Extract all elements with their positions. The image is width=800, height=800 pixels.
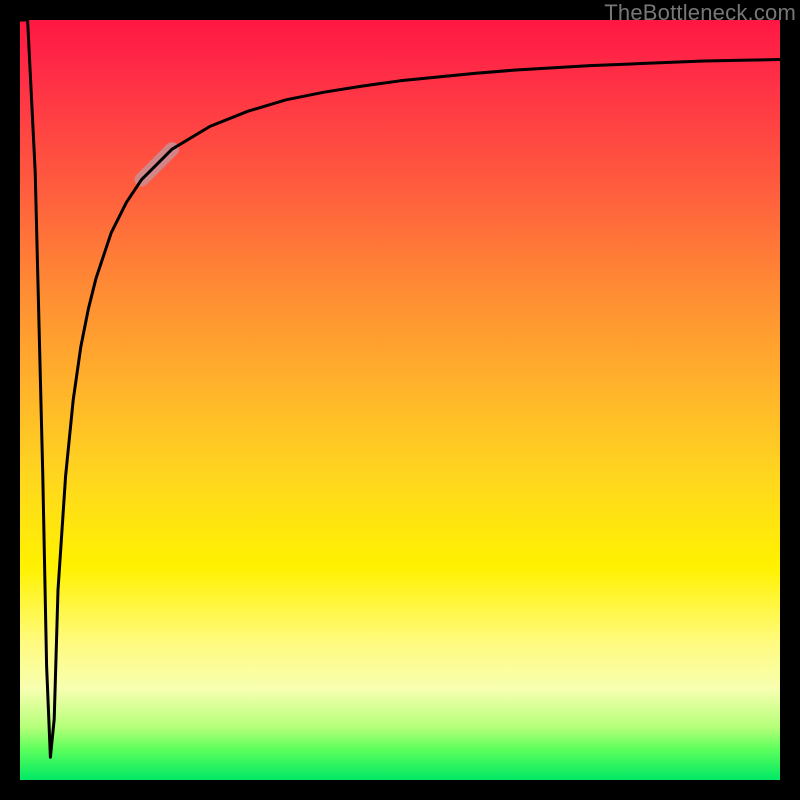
chart-container: TheBottleneck.com bbox=[0, 0, 800, 800]
curve-path bbox=[20, 20, 780, 757]
curve-layer bbox=[20, 20, 780, 780]
plot-area bbox=[20, 20, 780, 780]
